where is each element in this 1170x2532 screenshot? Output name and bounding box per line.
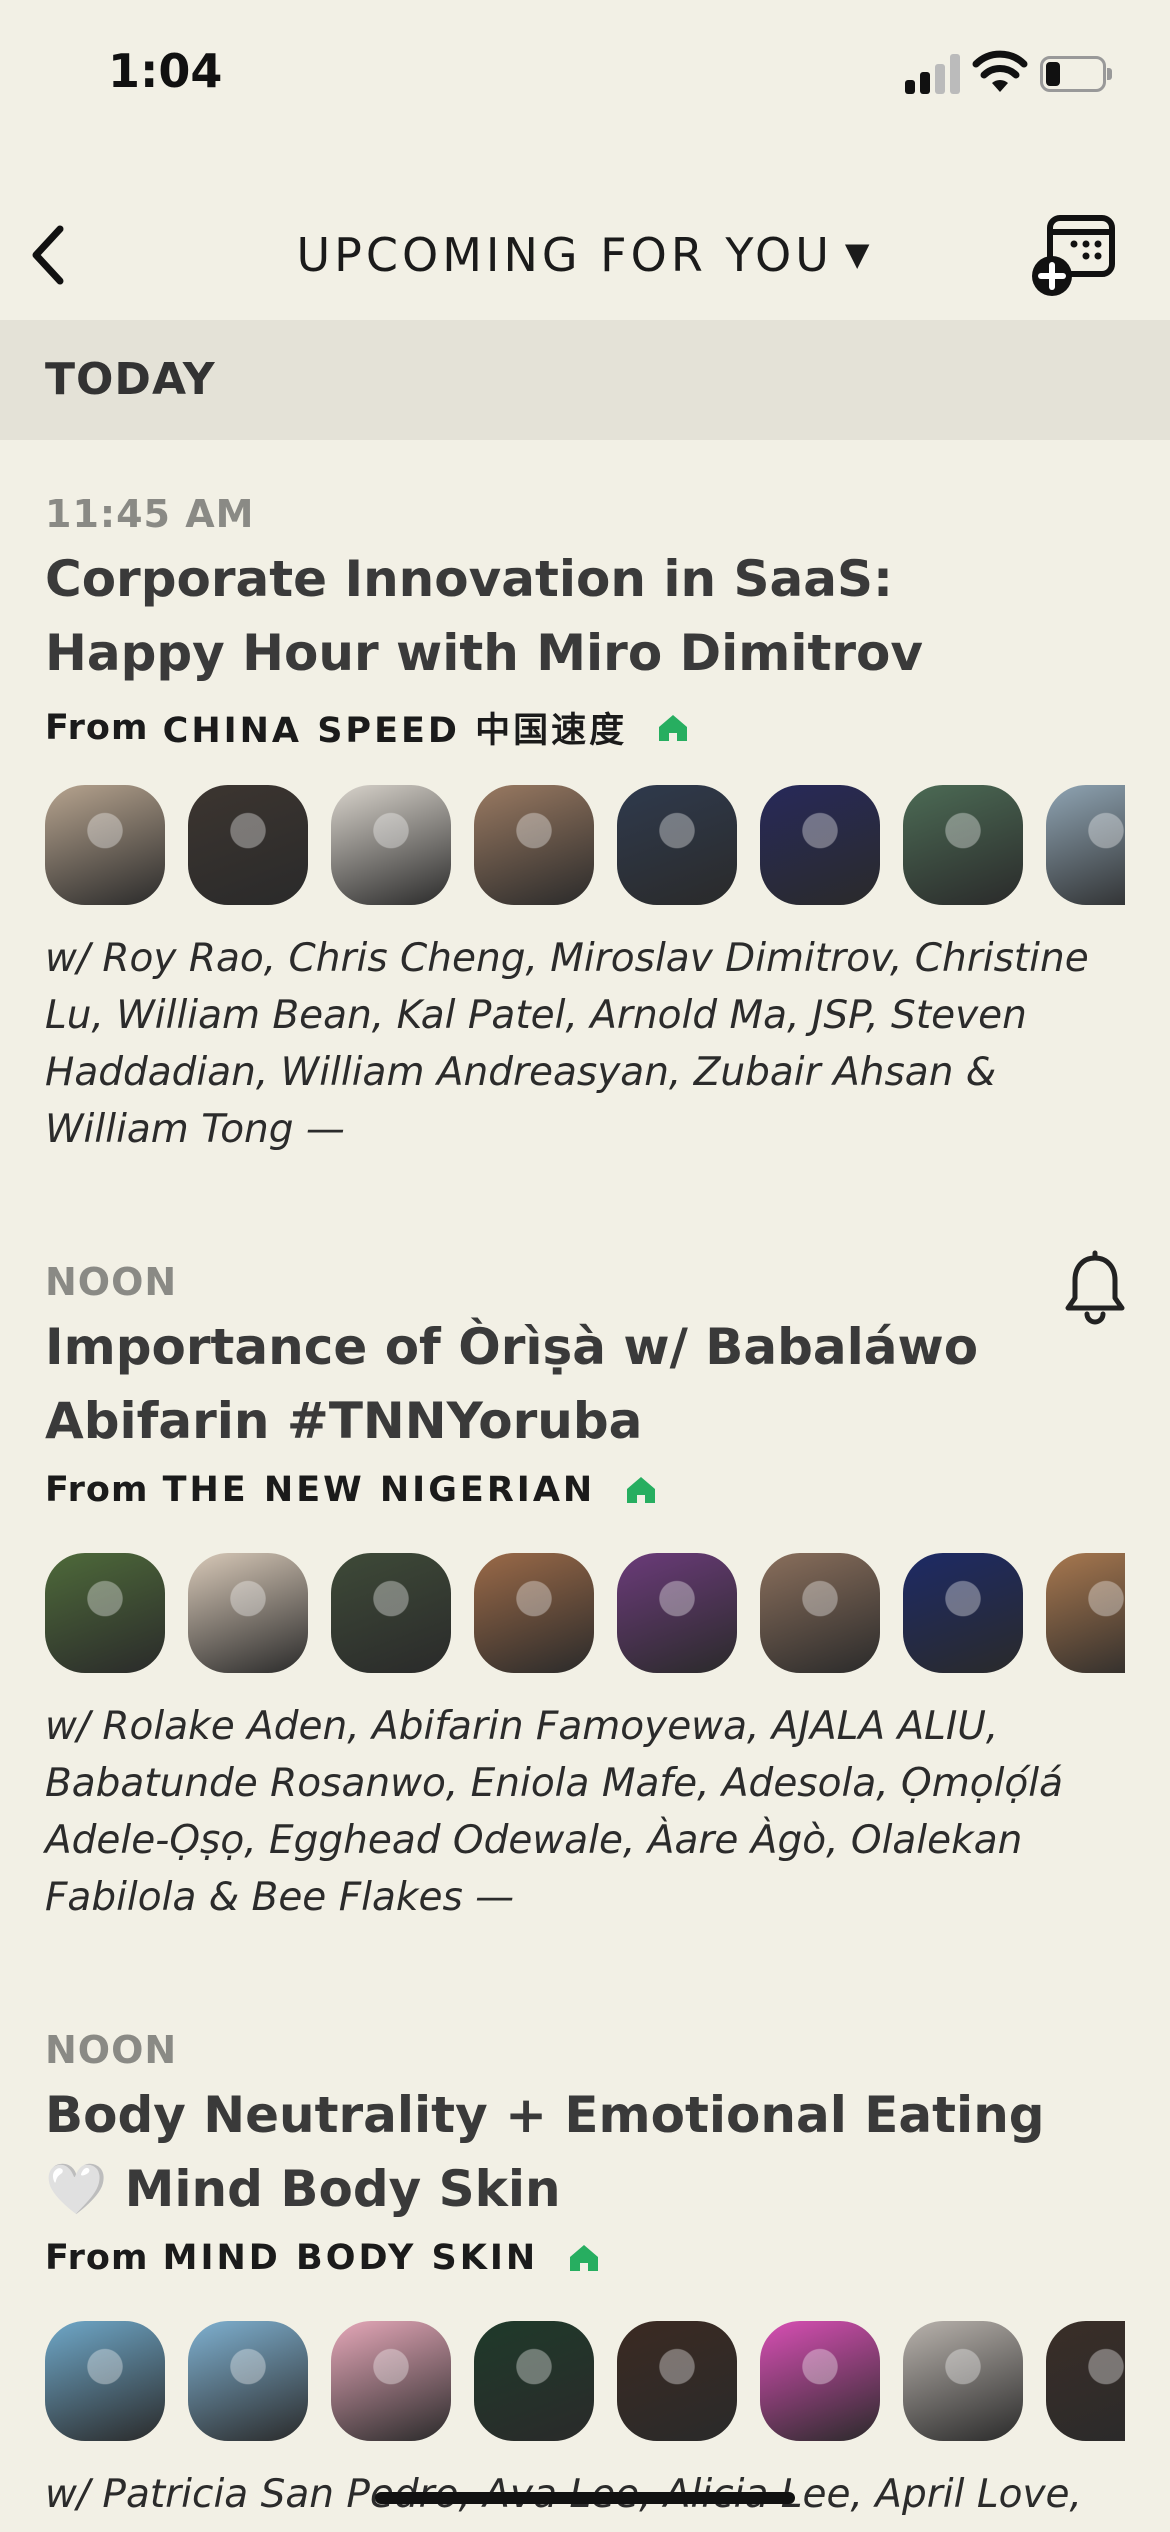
- nav-bar: UPCOMING FOR YOU ▼: [0, 190, 1170, 320]
- event-card[interactable]: NOON Importance of Òrìṣà w/ Babaláwo Abi…: [0, 1208, 1170, 1928]
- speaker-avatars[interactable]: [45, 785, 1125, 910]
- club-name: THE NEW NIGERIAN: [162, 1470, 596, 1510]
- club-prefix: From: [45, 2238, 149, 2278]
- caret-down-icon: ▼: [844, 235, 874, 273]
- page-title: UPCOMING FOR YOU: [296, 228, 833, 282]
- avatar[interactable]: [45, 1553, 165, 1673]
- house-icon: [627, 1477, 656, 1503]
- avatar[interactable]: [903, 2321, 1023, 2441]
- event-club[interactable]: From MIND BODY SKIN: [45, 2238, 600, 2278]
- speaker-avatars[interactable]: [45, 1553, 1125, 1678]
- avatar[interactable]: [45, 2321, 165, 2441]
- status-time: 1:04: [108, 44, 223, 98]
- wifi-icon: [972, 50, 1028, 94]
- event-time: 11:45 AM: [45, 492, 255, 536]
- club-prefix: From: [45, 707, 149, 748]
- avatar[interactable]: [1046, 2321, 1125, 2441]
- house-icon: [570, 2245, 599, 2271]
- add-event-button[interactable]: [1030, 210, 1120, 300]
- avatar[interactable]: [331, 785, 451, 905]
- avatar[interactable]: [474, 1553, 594, 1673]
- club-prefix: From: [45, 1470, 149, 1510]
- avatar[interactable]: [45, 785, 165, 905]
- avatar[interactable]: [617, 1553, 737, 1673]
- avatar[interactable]: [188, 1553, 308, 1673]
- event-title: Body Neutrality + Emotional Eating 🤍 Min…: [45, 2086, 1045, 2218]
- event-speakers: w/ Roy Rao, Chris Cheng, Miroslav Dimitr…: [45, 936, 1089, 1152]
- club-name: CHINA SPEED 中国速度: [162, 711, 628, 751]
- avatar[interactable]: [760, 785, 880, 905]
- avatar[interactable]: [188, 785, 308, 905]
- event-card[interactable]: NOON Body Neutrality + Emotional Eating …: [0, 1976, 1170, 2532]
- avatar[interactable]: [617, 2321, 737, 2441]
- avatar[interactable]: [474, 785, 594, 905]
- event-time: NOON: [45, 2028, 178, 2072]
- event-card[interactable]: 11:45 AM Corporate Innovation in SaaS: H…: [0, 440, 1170, 1160]
- calendar-add-icon: [1032, 215, 1115, 296]
- avatar[interactable]: [331, 2321, 451, 2441]
- event-club[interactable]: From CHINA SPEED 中国速度: [45, 702, 689, 753]
- home-indicator[interactable]: [375, 2492, 795, 2504]
- avatar[interactable]: [760, 2321, 880, 2441]
- event-club[interactable]: From THE NEW NIGERIAN: [45, 1470, 657, 1510]
- event-title: Importance of Òrìṣà w/ Babaláwo Abifarin…: [45, 1318, 979, 1450]
- avatar[interactable]: [760, 1553, 880, 1673]
- event-speakers: w/ Rolake Aden, Abifarin Famoyewa, AJALA…: [45, 1704, 1063, 1920]
- avatar[interactable]: [903, 1553, 1023, 1673]
- section-label: TODAY: [45, 354, 216, 405]
- club-name: MIND BODY SKIN: [162, 2238, 539, 2278]
- event-time: NOON: [45, 1260, 178, 1304]
- avatar[interactable]: [617, 785, 737, 905]
- section-header-today: TODAY: [0, 320, 1170, 440]
- event-title: Corporate Innovation in SaaS: Happy Hour…: [45, 550, 923, 682]
- avatar[interactable]: [474, 2321, 594, 2441]
- signal-icon: [905, 54, 961, 94]
- avatar[interactable]: [331, 1553, 451, 1673]
- upcoming-filter-dropdown[interactable]: UPCOMING FOR YOU ▼: [0, 228, 1170, 282]
- status-bar: 1:04: [0, 0, 1170, 150]
- speaker-avatars[interactable]: [45, 2321, 1125, 2446]
- avatar[interactable]: [188, 2321, 308, 2441]
- avatar[interactable]: [1046, 1553, 1125, 1673]
- house-icon: [659, 714, 688, 741]
- battery-icon: [1040, 56, 1112, 92]
- avatar[interactable]: [1046, 785, 1125, 905]
- avatar[interactable]: [903, 785, 1023, 905]
